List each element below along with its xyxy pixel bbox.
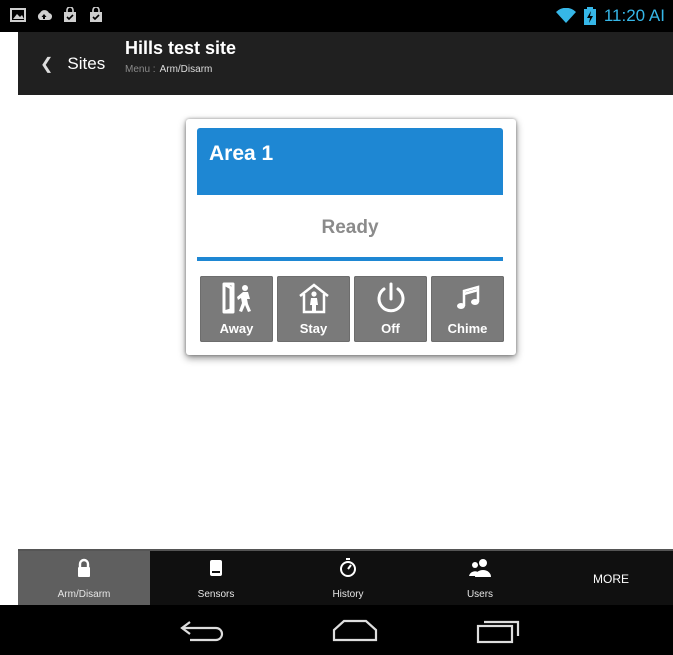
bottom-navigation: Arm/Disarm Sensors History Users MORE: [18, 549, 673, 607]
area-header: Area 1: [197, 128, 503, 195]
away-button[interactable]: Away: [200, 276, 273, 342]
arm-mode-buttons: Away Stay Off Chime: [200, 276, 504, 342]
users-icon: [469, 559, 491, 577]
image-icon: [10, 8, 26, 22]
status-bar: 11:20 AI: [0, 0, 673, 32]
area-name: Area 1: [209, 142, 274, 165]
system-status: 11:20 AI: [555, 6, 665, 26]
tab-history[interactable]: History: [282, 551, 414, 607]
cloud-upload-icon: [37, 10, 52, 21]
battery-icon: [583, 7, 596, 25]
chime-button[interactable]: Chime: [431, 276, 504, 342]
chevron-left-icon: ❮: [40, 55, 54, 73]
sensor-icon: [210, 560, 222, 576]
recent-apps-icon[interactable]: [474, 618, 524, 644]
off-label: Off: [381, 321, 400, 336]
notification-icons: [10, 7, 104, 23]
stopwatch-icon: [340, 558, 356, 577]
off-button[interactable]: Off: [354, 276, 427, 342]
state-indicator-bar: [197, 257, 503, 261]
back-label: Sites: [67, 53, 106, 73]
shopping-bag-icon: [90, 7, 102, 22]
tab-sensors[interactable]: Sensors: [150, 551, 282, 607]
tab-label: Sensors: [197, 589, 235, 600]
area-state: Ready: [321, 217, 379, 238]
action-bar: ❮ Sites Hills test site Menu : Arm/Disarm: [18, 32, 673, 95]
tab-arm-disarm[interactable]: Arm/Disarm: [18, 551, 150, 607]
page-title: Hills test site: [125, 38, 237, 58]
tab-label: Arm/Disarm: [57, 589, 111, 600]
wifi-icon: [555, 8, 576, 23]
home-icon[interactable]: [330, 618, 380, 644]
away-label: Away: [219, 321, 254, 336]
shopping-bag-icon: [64, 7, 76, 22]
menu-prefix: Menu :: [125, 64, 156, 75]
tab-label: History: [332, 589, 364, 600]
area-card: Area 1 Ready Away Stay Off Chime: [186, 119, 516, 355]
power-icon: [377, 282, 404, 313]
more-button[interactable]: MORE: [549, 551, 673, 607]
stay-label: Stay: [299, 321, 328, 336]
lock-icon: [78, 558, 90, 577]
back-icon[interactable]: [176, 618, 232, 642]
music-notes-icon: [456, 285, 479, 309]
menu-subtitle: Menu : Arm/Disarm: [125, 64, 212, 75]
stay-button[interactable]: Stay: [277, 276, 350, 342]
clock: 11:20 AI: [603, 6, 665, 25]
menu-value: Arm/Disarm: [159, 64, 213, 75]
door-person-icon: [222, 282, 251, 314]
house-person-icon: [298, 283, 329, 314]
tab-label: Users: [466, 589, 494, 600]
system-navigation-bar: [0, 605, 673, 655]
tab-users[interactable]: Users: [414, 551, 546, 607]
back-to-sites-button[interactable]: ❮ Sites: [18, 32, 118, 95]
chime-label: Chime: [447, 321, 488, 336]
